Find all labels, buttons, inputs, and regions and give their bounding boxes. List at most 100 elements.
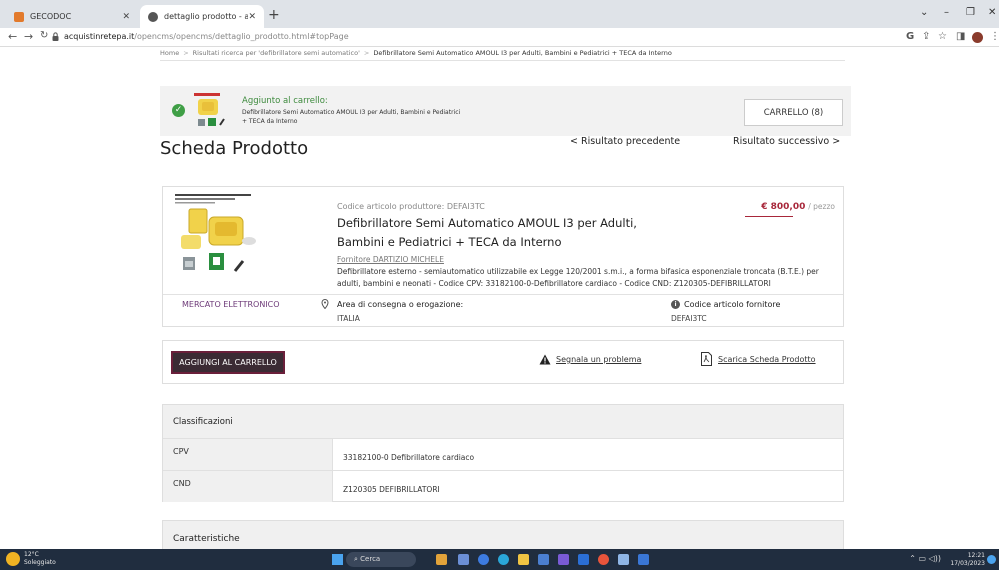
supplier-link[interactable]: Fornitore DARTIZIO MICHELE: [337, 255, 444, 264]
system-tray[interactable]: ⌃ ▭ ◁)): [909, 554, 941, 563]
supplier-code-label: Codice articolo fornitore: [684, 300, 781, 309]
search-label: Cerca: [360, 555, 381, 563]
close-tab-icon[interactable]: ✕: [122, 12, 130, 22]
product-price: € 800,00 / pezzo: [761, 202, 835, 212]
notification-title: Aggiunto al carrello:: [242, 96, 328, 106]
row-key: CND: [163, 471, 333, 502]
tab-gecodoc[interactable]: GECODOC ✕: [6, 5, 138, 28]
row-value: 33182100-0 Defibrillatore cardiaco: [343, 453, 475, 462]
product-card: Codice articolo produttore: DEFAI3TC Def…: [162, 186, 844, 327]
menu-icon[interactable]: ⋮: [990, 31, 999, 42]
classifications-table: Classificazioni CPV 33182100-0 Defibrill…: [162, 404, 844, 502]
taskbar-search[interactable]: ⌕ Cerca: [346, 552, 416, 567]
product-description: Defibrillatore esterno - semiautomatico …: [337, 267, 819, 288]
pdf-icon: [701, 352, 712, 366]
app-icon[interactable]: [618, 554, 629, 565]
table-row: CPV 33182100-0 Defibrillatore cardiaco: [163, 438, 843, 470]
info-icon: i: [671, 300, 680, 309]
classifications-header: Classificazioni: [163, 405, 843, 438]
address-bar: ← → ↻ acquistinretepa.it/opencms/opencms…: [0, 28, 999, 47]
url-field[interactable]: acquistinretepa.it/opencms/opencms/detta…: [64, 32, 349, 41]
widgets-app-icon[interactable]: [436, 554, 447, 565]
tab-dettaglio-prodotto[interactable]: dettaglio prodotto - acquistinre ✕: [140, 5, 264, 28]
breadcrumb-home[interactable]: Home: [160, 49, 179, 57]
outlook-icon[interactable]: [578, 554, 589, 565]
google-icon[interactable]: G: [906, 31, 914, 42]
price-amount: € 800,00: [761, 202, 806, 212]
supplier-code-value: DEFAI3TC: [671, 314, 707, 323]
taskbar: 12°C Soleggiato ⌕ Cerca ⌃ ▭ ◁)) 12:21 17…: [0, 549, 999, 570]
download-datasheet-link[interactable]: Scarica Scheda Prodotto: [718, 355, 816, 364]
close-tab-icon[interactable]: ✕: [248, 12, 256, 22]
app-icon[interactable]: [638, 554, 649, 565]
window-close-icon[interactable]: ✕: [988, 7, 996, 18]
added-to-cart-notification: ✓ Aggiunto al carrello: Defibrillatore S…: [160, 86, 851, 136]
gecodoc-favicon-icon: [14, 11, 24, 22]
check-icon: ✓: [172, 104, 185, 117]
restore-icon[interactable]: ❐: [966, 7, 975, 18]
table-row: CND Z120305 DEFIBRILLATORI: [163, 470, 843, 502]
windows-start-icon[interactable]: [332, 554, 343, 565]
report-problem-link[interactable]: Segnala un problema: [556, 355, 641, 364]
minimize-icon[interactable]: –: [944, 7, 949, 18]
breadcrumb: Home > Risultati ricerca per 'defibrillato…: [160, 49, 845, 61]
back-icon[interactable]: ←: [8, 30, 17, 43]
url-domain: acquistinretepa.it: [64, 32, 135, 41]
notification-description: Defibrillatore Semi Automatico AMOUL I3 …: [242, 109, 461, 125]
warning-icon: [539, 354, 551, 365]
features-section: Caratteristiche: [162, 520, 844, 550]
divider: [163, 294, 843, 295]
task-view-icon[interactable]: [458, 554, 469, 565]
edge-browser-icon[interactable]: [498, 554, 509, 565]
browser-tab-bar: GECODOC ✕ dettaglio prodotto - acquistin…: [0, 0, 999, 28]
tab-label: GECODOC: [30, 12, 72, 21]
share-icon[interactable]: ⇪: [922, 31, 930, 42]
weather-temp: 12°C: [24, 551, 39, 558]
breadcrumb-current: Defibrillatore Semi Automatico AMOUL I3 …: [373, 49, 672, 57]
product-thumbnail: [194, 93, 225, 126]
weather-widget[interactable]: 12°C Soleggiato: [24, 551, 56, 567]
tab-label: dettaglio prodotto - acquistinre: [164, 12, 249, 21]
add-to-cart-button[interactable]: AGGIUNGI AL CARRELLO: [171, 351, 285, 374]
product-image: [175, 193, 256, 272]
product-name: Defibrillatore Semi Automatico AMOUL I3 …: [337, 216, 637, 249]
market-label: MERCATO ELETTRONICO: [182, 300, 280, 309]
breadcrumb-results[interactable]: Risultati ricerca per 'defibrillatore se…: [193, 49, 360, 57]
delivery-area-value: ITALIA: [337, 314, 360, 323]
chrome-icon[interactable]: [598, 554, 609, 565]
location-pin-icon: [321, 299, 329, 309]
profile-avatar[interactable]: [972, 32, 983, 43]
manufacturer-code: Codice articolo produttore: DEFAI3TC: [337, 202, 485, 211]
reload-icon[interactable]: ↻: [40, 30, 48, 41]
classifications-title: Classificazioni: [173, 417, 233, 427]
new-tab-icon[interactable]: +: [268, 7, 280, 23]
clock[interactable]: 12:21 17/03/2023: [950, 552, 985, 568]
previous-result-link[interactable]: < Risultato precedente: [570, 136, 680, 147]
delivery-area-label: Area di consegna o erogazione:: [337, 300, 464, 309]
file-explorer-icon[interactable]: [518, 554, 529, 565]
cart-button[interactable]: CARRELLO (8): [744, 99, 843, 126]
notification-center-icon[interactable]: [987, 555, 996, 564]
features-title: Caratteristiche: [173, 534, 240, 544]
bookmark-star-icon[interactable]: ☆: [938, 31, 947, 42]
product-actions: AGGIUNGI AL CARRELLO Segnala un problema…: [162, 340, 844, 384]
row-value: Z120305 DEFIBRILLATORI: [343, 485, 440, 494]
clock-date: 17/03/2023: [950, 560, 985, 567]
breadcrumb-separator: >: [363, 49, 370, 57]
tab-search-chevron-icon[interactable]: ⌄: [920, 7, 928, 18]
forward-icon[interactable]: →: [24, 30, 33, 43]
app-icon[interactable]: [558, 554, 569, 565]
page-title: Scheda Prodotto: [160, 138, 309, 159]
weather-condition: Soleggiato: [24, 559, 56, 566]
next-result-link[interactable]: Risultato successivo >: [733, 136, 840, 147]
lock-icon: [52, 32, 59, 41]
sidebar-icon[interactable]: ◨: [956, 31, 965, 42]
breadcrumb-separator: >: [183, 49, 189, 57]
site-favicon-icon: [148, 11, 158, 22]
chat-icon[interactable]: [478, 554, 489, 565]
clock-time: 12:21: [967, 552, 985, 559]
weather-sun-icon[interactable]: [6, 552, 20, 566]
store-icon[interactable]: [538, 554, 549, 565]
price-underline: [745, 216, 793, 217]
url-path: /opencms/opencms/dettaglio_prodotto.html…: [134, 32, 349, 41]
